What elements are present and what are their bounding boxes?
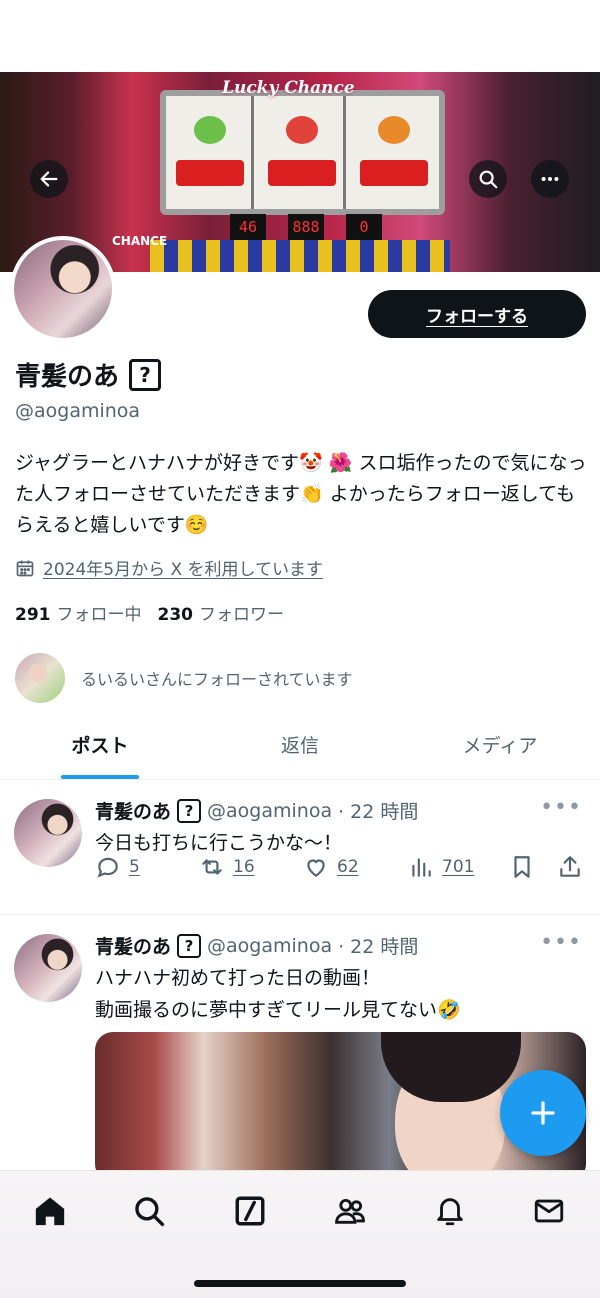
more-options-button[interactable] — [531, 160, 569, 198]
post-more-icon[interactable]: ••• — [540, 930, 582, 955]
unknown-emoji-badge: ? — [129, 358, 162, 391]
tab-media[interactable]: メディア — [400, 712, 600, 779]
profile-name: 青髪のあ — [15, 362, 120, 392]
repost-count: 16 — [233, 857, 255, 877]
views-chart-icon — [412, 858, 431, 877]
followers-label: フォロワー — [199, 605, 284, 625]
profile-name-row: 青髪のあ ? — [15, 356, 162, 393]
joined-date: 2024年5月から X を利用しています — [15, 555, 323, 580]
post-header: 青髪のあ ? @aogaminoa · 22 時間 — [95, 797, 418, 824]
banner-chance-label: CHANCE — [112, 234, 168, 248]
following-count: 291 — [15, 605, 51, 625]
search-icon — [479, 170, 498, 189]
follow-button[interactable]: フォローする — [368, 290, 586, 338]
followers-link[interactable]: 230 フォロワー — [158, 600, 285, 625]
compose-fab-button[interactable] — [500, 1070, 586, 1156]
post-more-icon[interactable]: ••• — [540, 795, 582, 820]
share-icon — [560, 856, 580, 877]
post-text: ハナハナ初めて打った日の動画！ 動画撮るのに夢中すぎてリール見てない🤣 — [95, 962, 585, 1026]
plus-icon — [531, 1101, 555, 1125]
credit-counter: 46 — [230, 214, 266, 240]
follower-avatar — [15, 653, 65, 703]
back-arrow-icon — [40, 171, 58, 187]
profile-bio: ジャグラーとハナハナが好きです🤡 🌺 スロ垢作ったので気になった人フォローさせて… — [15, 452, 587, 536]
search-icon — [135, 1197, 165, 1227]
bell-icon — [437, 1198, 463, 1226]
post-author-handle: @aogaminoa — [207, 934, 333, 957]
banner-stripes — [150, 240, 450, 272]
tab-posts[interactable]: ポスト — [0, 712, 200, 779]
nav-messages[interactable] — [529, 1191, 569, 1231]
joined-text: 2024年5月から X を利用しています — [43, 560, 324, 580]
repost-icon — [202, 859, 222, 875]
bottom-navigation — [0, 1170, 600, 1298]
compose-slash-icon — [235, 1196, 265, 1226]
view-count: 701 — [442, 857, 475, 877]
repost-button[interactable]: 16 — [199, 854, 255, 880]
bookmark-icon — [514, 856, 530, 878]
follow-stats: 291 フォロー中 230 フォロワー — [15, 600, 284, 625]
profile-tabs: ポスト 返信 メディア — [0, 712, 600, 780]
profile-avatar[interactable] — [10, 236, 116, 342]
reply-icon — [97, 857, 118, 878]
followed-by-row[interactable]: るいるいさんにフォローされています — [15, 653, 353, 703]
mail-icon — [534, 1199, 564, 1223]
nav-search[interactable] — [129, 1191, 169, 1231]
banner-logo-text: Lucky Chance — [222, 78, 355, 98]
post-time: · 22 時間 — [338, 801, 419, 823]
post-author-name: 青髪のあ — [95, 801, 172, 823]
profile-banner: Lucky Chance 46 888 0 CHANCE — [0, 72, 600, 272]
post-author-name: 青髪のあ — [95, 936, 172, 958]
nav-notifications[interactable] — [430, 1191, 470, 1231]
unknown-emoji-badge: ? — [177, 933, 202, 958]
nav-communities[interactable] — [330, 1191, 370, 1231]
back-button[interactable] — [30, 160, 68, 198]
post-text-line: 動画撮るのに夢中すぎてリール見てない🤣 — [95, 999, 461, 1021]
slot-reels — [160, 90, 445, 215]
post-avatar[interactable] — [14, 799, 82, 867]
home-indicator — [194, 1280, 406, 1287]
post-time: · 22 時間 — [338, 936, 419, 958]
tab-replies[interactable]: 返信 — [200, 712, 400, 779]
post-text-line: ハナハナ初めて打った日の動画！ — [95, 967, 381, 989]
nav-home[interactable] — [30, 1191, 70, 1231]
like-count: 62 — [337, 857, 359, 877]
reply-button[interactable]: 5 — [95, 854, 140, 880]
post-header: 青髪のあ ? @aogaminoa · 22 時間 — [95, 932, 418, 959]
following-label: フォロー中 — [56, 605, 142, 625]
heart-icon — [307, 859, 325, 877]
status-bar-area — [0, 0, 600, 72]
followers-count: 230 — [157, 605, 194, 625]
share-button[interactable] — [557, 854, 583, 880]
nav-grok[interactable] — [230, 1191, 270, 1231]
views-button[interactable]: 701 — [408, 854, 474, 880]
communities-icon — [335, 1198, 365, 1224]
more-icon — [541, 176, 559, 182]
calendar-icon — [16, 560, 34, 576]
home-icon — [35, 1197, 65, 1226]
following-link[interactable]: 291 フォロー中 — [15, 600, 142, 625]
payout-counter: 0 — [346, 214, 382, 240]
count-counter: 888 — [288, 214, 324, 240]
unknown-emoji-badge: ? — [177, 798, 202, 823]
post-item[interactable]: 青髪のあ ? @aogaminoa · 22 時間 ••• 今日も打ちに行こうか… — [0, 781, 600, 915]
post-avatar[interactable] — [14, 934, 82, 1002]
followed-by-text: るいるいさんにフォローされています — [81, 670, 353, 689]
like-button[interactable]: 62 — [303, 854, 359, 880]
profile-search-button[interactable] — [469, 160, 507, 198]
post-author-handle: @aogaminoa — [207, 799, 333, 822]
reply-count: 5 — [129, 857, 140, 877]
bookmark-button[interactable] — [509, 854, 535, 880]
profile-handle: @aogaminoa — [15, 400, 141, 422]
